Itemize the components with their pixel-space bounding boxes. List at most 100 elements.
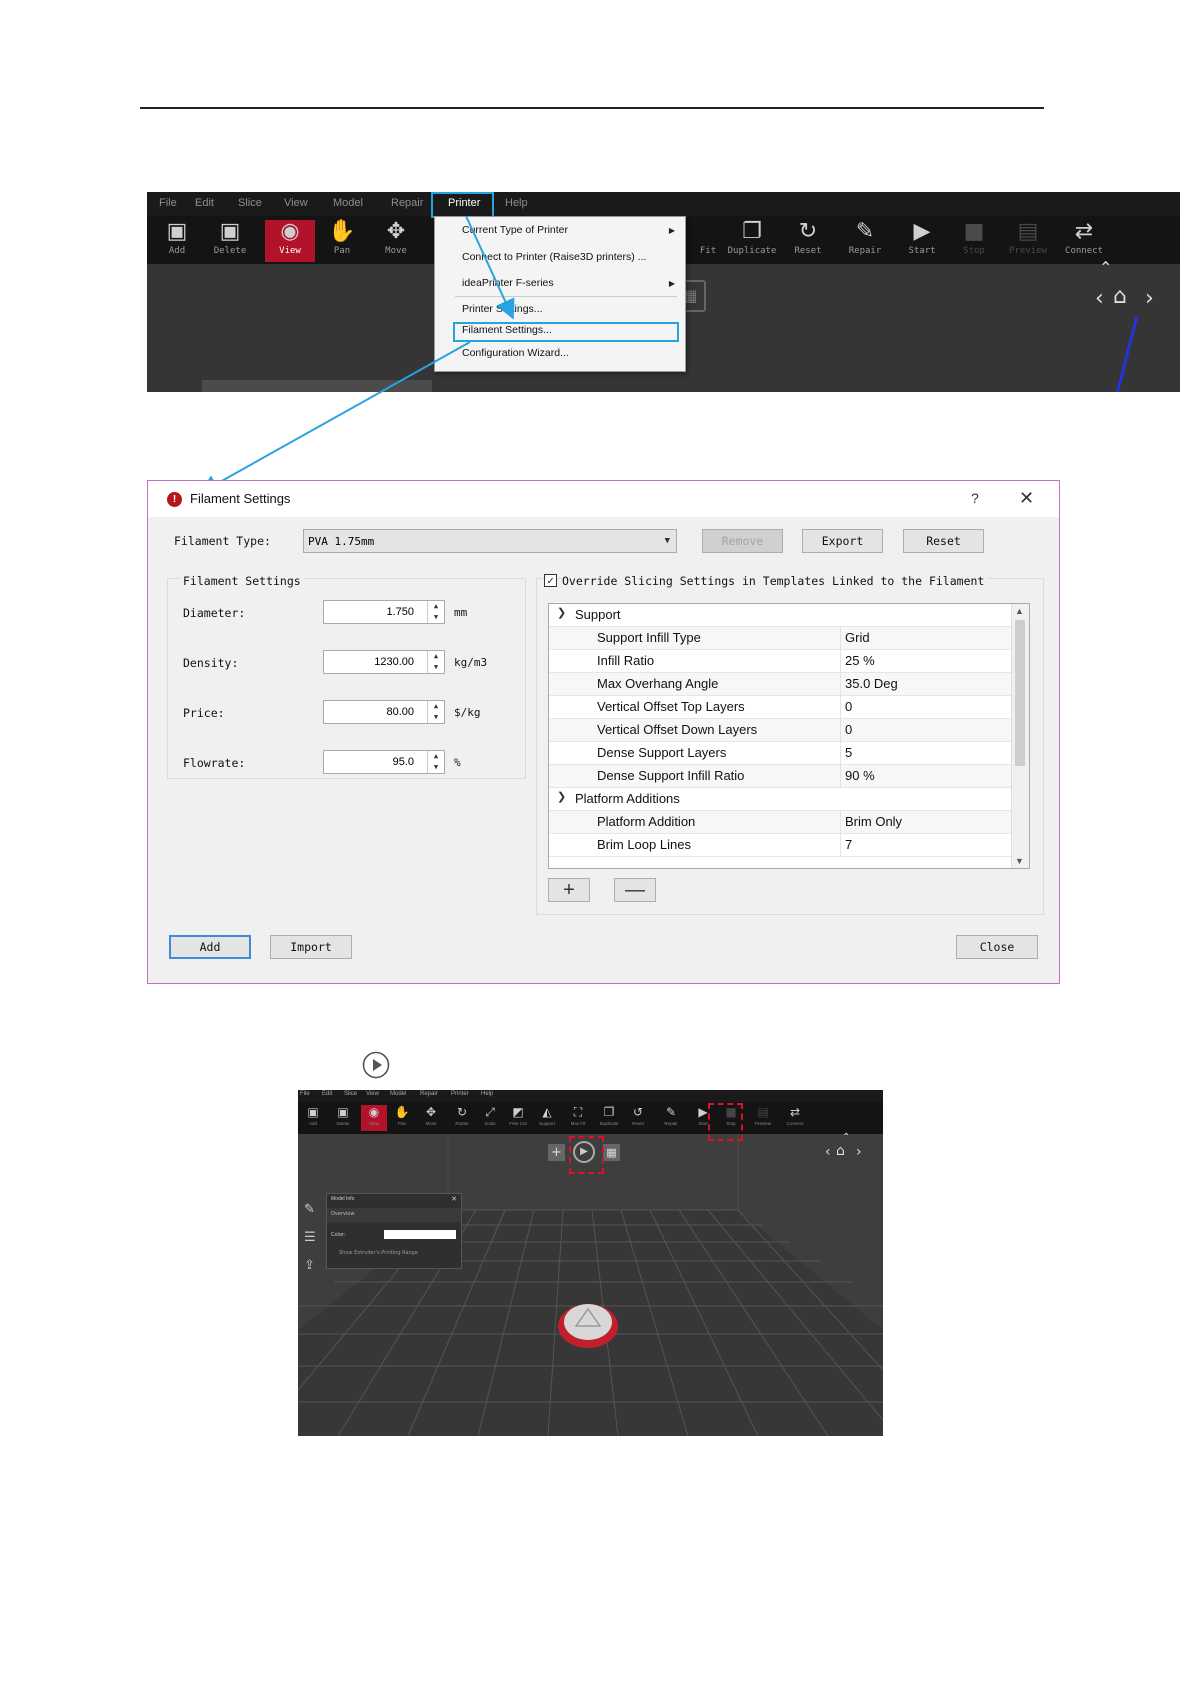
- menu-model[interactable]: Model: [390, 1091, 406, 1097]
- tree-row[interactable]: Vertical Offset Down Layers 0: [549, 719, 1014, 742]
- slicing-settings-tree[interactable]: ❯ Support Support Infill Type Grid Infill …: [548, 603, 1030, 869]
- toolbar-pan-button[interactable]: ✋ Pan: [389, 1105, 415, 1131]
- nav-left-icon[interactable]: ‹: [825, 1144, 831, 1160]
- tree-header-platform-additions[interactable]: ❯ Platform Additions: [549, 788, 1014, 811]
- support-icon: ◭: [542, 1105, 552, 1119]
- tree-row[interactable]: Infill Ratio 25 %: [549, 650, 1014, 673]
- toolbar-view-button[interactable]: ◉ View: [361, 1105, 387, 1131]
- chevron-up-icon[interactable]: ▲: [1015, 606, 1024, 616]
- panel-hint: Show Extruder's Printing Range: [339, 1250, 418, 1256]
- dialog-title: Filament Settings: [190, 491, 291, 506]
- flowrate-label: Flowrate:: [183, 756, 246, 770]
- toolbar-duplicate-button[interactable]: ❐ Duplicate: [596, 1105, 622, 1131]
- connect-icon: ⇄: [789, 1105, 801, 1119]
- flowrate-spinbox[interactable]: 95.0 ▲ ▼: [323, 750, 445, 774]
- filament-type-label: Filament Type:: [174, 534, 271, 548]
- reset-button[interactable]: Reset: [903, 529, 984, 553]
- help-button[interactable]: ?: [971, 490, 979, 506]
- tree-row[interactable]: Support Infill Type Grid: [549, 627, 1014, 650]
- tree-row[interactable]: Dense Support Infill Ratio 90 %: [549, 765, 1014, 788]
- price-value: 80.00: [386, 706, 414, 718]
- group-title: Filament Settings: [180, 574, 304, 588]
- chevron-down-icon: ❯: [557, 791, 567, 803]
- color-field[interactable]: [384, 1230, 456, 1239]
- toolbar-add-button[interactable]: ▣ Add: [300, 1105, 326, 1131]
- toolbar-reset-button[interactable]: ↺ Reset: [625, 1105, 651, 1131]
- remove-setting-button[interactable]: —: [614, 878, 656, 902]
- list-icon[interactable]: ☰: [304, 1230, 316, 1245]
- scale-icon: ⤢: [485, 1105, 495, 1119]
- eye-icon: ◉: [368, 1105, 380, 1119]
- tree-header-support[interactable]: ❯ Support: [549, 604, 1014, 627]
- reset-icon: ↺: [632, 1105, 644, 1119]
- chevron-down-icon: ▼: [664, 536, 670, 546]
- add-setting-button[interactable]: +: [548, 878, 590, 902]
- flowrate-unit: %: [454, 756, 461, 769]
- spin-arrows-icon[interactable]: ▲ ▼: [427, 701, 444, 723]
- wrench-icon: ✎: [665, 1105, 677, 1119]
- spin-arrows-icon[interactable]: ▲ ▼: [427, 651, 444, 673]
- wrench-icon[interactable]: ✎: [304, 1202, 315, 1217]
- toolbar-repair-button[interactable]: ✎ Repair: [658, 1105, 684, 1131]
- toolbar-scale-button[interactable]: ⤢ Scale: [477, 1105, 503, 1131]
- price-label: Price:: [183, 706, 225, 720]
- menu-printer[interactable]: Printer: [451, 1091, 469, 1097]
- diameter-unit: mm: [454, 606, 468, 619]
- density-label: Density:: [183, 656, 239, 670]
- import-button[interactable]: Import: [270, 935, 352, 959]
- nav-up-icon[interactable]: ⌃: [842, 1132, 850, 1143]
- add-button[interactable]: Add: [169, 935, 251, 959]
- save-icon[interactable]: ▦: [603, 1144, 620, 1161]
- tree-row[interactable]: Brim Loop Lines 7: [549, 834, 1014, 857]
- close-icon[interactable]: ✕: [1019, 488, 1034, 509]
- panel-label: Color:: [331, 1232, 346, 1238]
- home-icon[interactable]: ⌂: [836, 1143, 845, 1159]
- toolbar-rotate-button[interactable]: ↻ Rotate: [449, 1105, 475, 1131]
- panel-row[interactable]: Overview: [327, 1208, 461, 1222]
- override-checkbox[interactable]: ✓: [544, 574, 557, 587]
- tree-row[interactable]: Max Overhang Angle 35.0 Deg: [549, 673, 1014, 696]
- remove-button[interactable]: Remove: [702, 529, 783, 553]
- spin-arrows-icon[interactable]: ▲ ▼: [427, 751, 444, 773]
- toolbar-preview-button[interactable]: ▤ Preview: [750, 1105, 776, 1131]
- menu-file[interactable]: File: [300, 1091, 310, 1097]
- toolbar-delete-button[interactable]: ▣ Delete: [330, 1105, 356, 1131]
- density-spinbox[interactable]: 1230.00 ▲ ▼: [323, 650, 445, 674]
- menu-slice[interactable]: Slice: [344, 1091, 357, 1097]
- tree-row[interactable]: Vertical Offset Top Layers 0: [549, 696, 1014, 719]
- tree-scrollbar[interactable]: ▲ ▼: [1011, 604, 1029, 868]
- menu-help[interactable]: Help: [481, 1091, 493, 1097]
- scrollbar-thumb[interactable]: [1015, 620, 1025, 766]
- chevron-down-icon[interactable]: ▼: [1015, 856, 1024, 866]
- toolbar-free-cut-button[interactable]: ◩ Free Cut: [505, 1105, 531, 1131]
- cut-icon: ◩: [512, 1105, 524, 1119]
- upload-icon[interactable]: ⇪: [304, 1258, 315, 1273]
- panel-title: Model Info: [331, 1196, 355, 1202]
- menu-repair[interactable]: Repair: [420, 1091, 438, 1097]
- close-button[interactable]: Close: [956, 935, 1038, 959]
- toolbar-max-fit-button[interactable]: ⛶ Max Fit: [565, 1105, 591, 1131]
- diameter-spinbox[interactable]: 1.750 ▲ ▼: [323, 600, 445, 624]
- nav-right-icon[interactable]: ›: [856, 1144, 862, 1160]
- chevron-down-icon: ❯: [557, 607, 567, 619]
- toolbar-move-button[interactable]: ✥ Move: [418, 1105, 444, 1131]
- price-spinbox[interactable]: 80.00 ▲ ▼: [323, 700, 445, 724]
- toolbar-support-button[interactable]: ◭ Support: [534, 1105, 560, 1131]
- cube-add-icon: ▣: [307, 1105, 319, 1119]
- filament-type-select[interactable]: PVA 1.75mm ▼: [303, 529, 677, 553]
- app-logo-icon: !: [167, 492, 182, 507]
- tree-row[interactable]: Platform Addition Brim Only: [549, 811, 1014, 834]
- plus-icon[interactable]: +: [548, 1144, 565, 1161]
- viewport-screenshot: File Edit Slice View Model Repair Printe…: [298, 1090, 883, 1436]
- preview-icon: ▤: [757, 1105, 769, 1119]
- fit-icon: ⛶: [573, 1105, 583, 1119]
- toolbar-connect-button[interactable]: ⇄ Connect: [782, 1105, 808, 1131]
- filament-settings-dialog: ! Filament Settings ? ✕ Filament Type: P…: [147, 480, 1060, 984]
- export-button[interactable]: Export: [802, 529, 883, 553]
- tree-row[interactable]: Dense Support Layers 5: [549, 742, 1014, 765]
- spin-arrows-icon[interactable]: ▲ ▼: [427, 601, 444, 623]
- close-icon[interactable]: ✕: [451, 1195, 457, 1203]
- menu-view[interactable]: View: [366, 1091, 379, 1097]
- menu-edit[interactable]: Edit: [322, 1091, 332, 1097]
- hand-icon: ✋: [394, 1105, 410, 1119]
